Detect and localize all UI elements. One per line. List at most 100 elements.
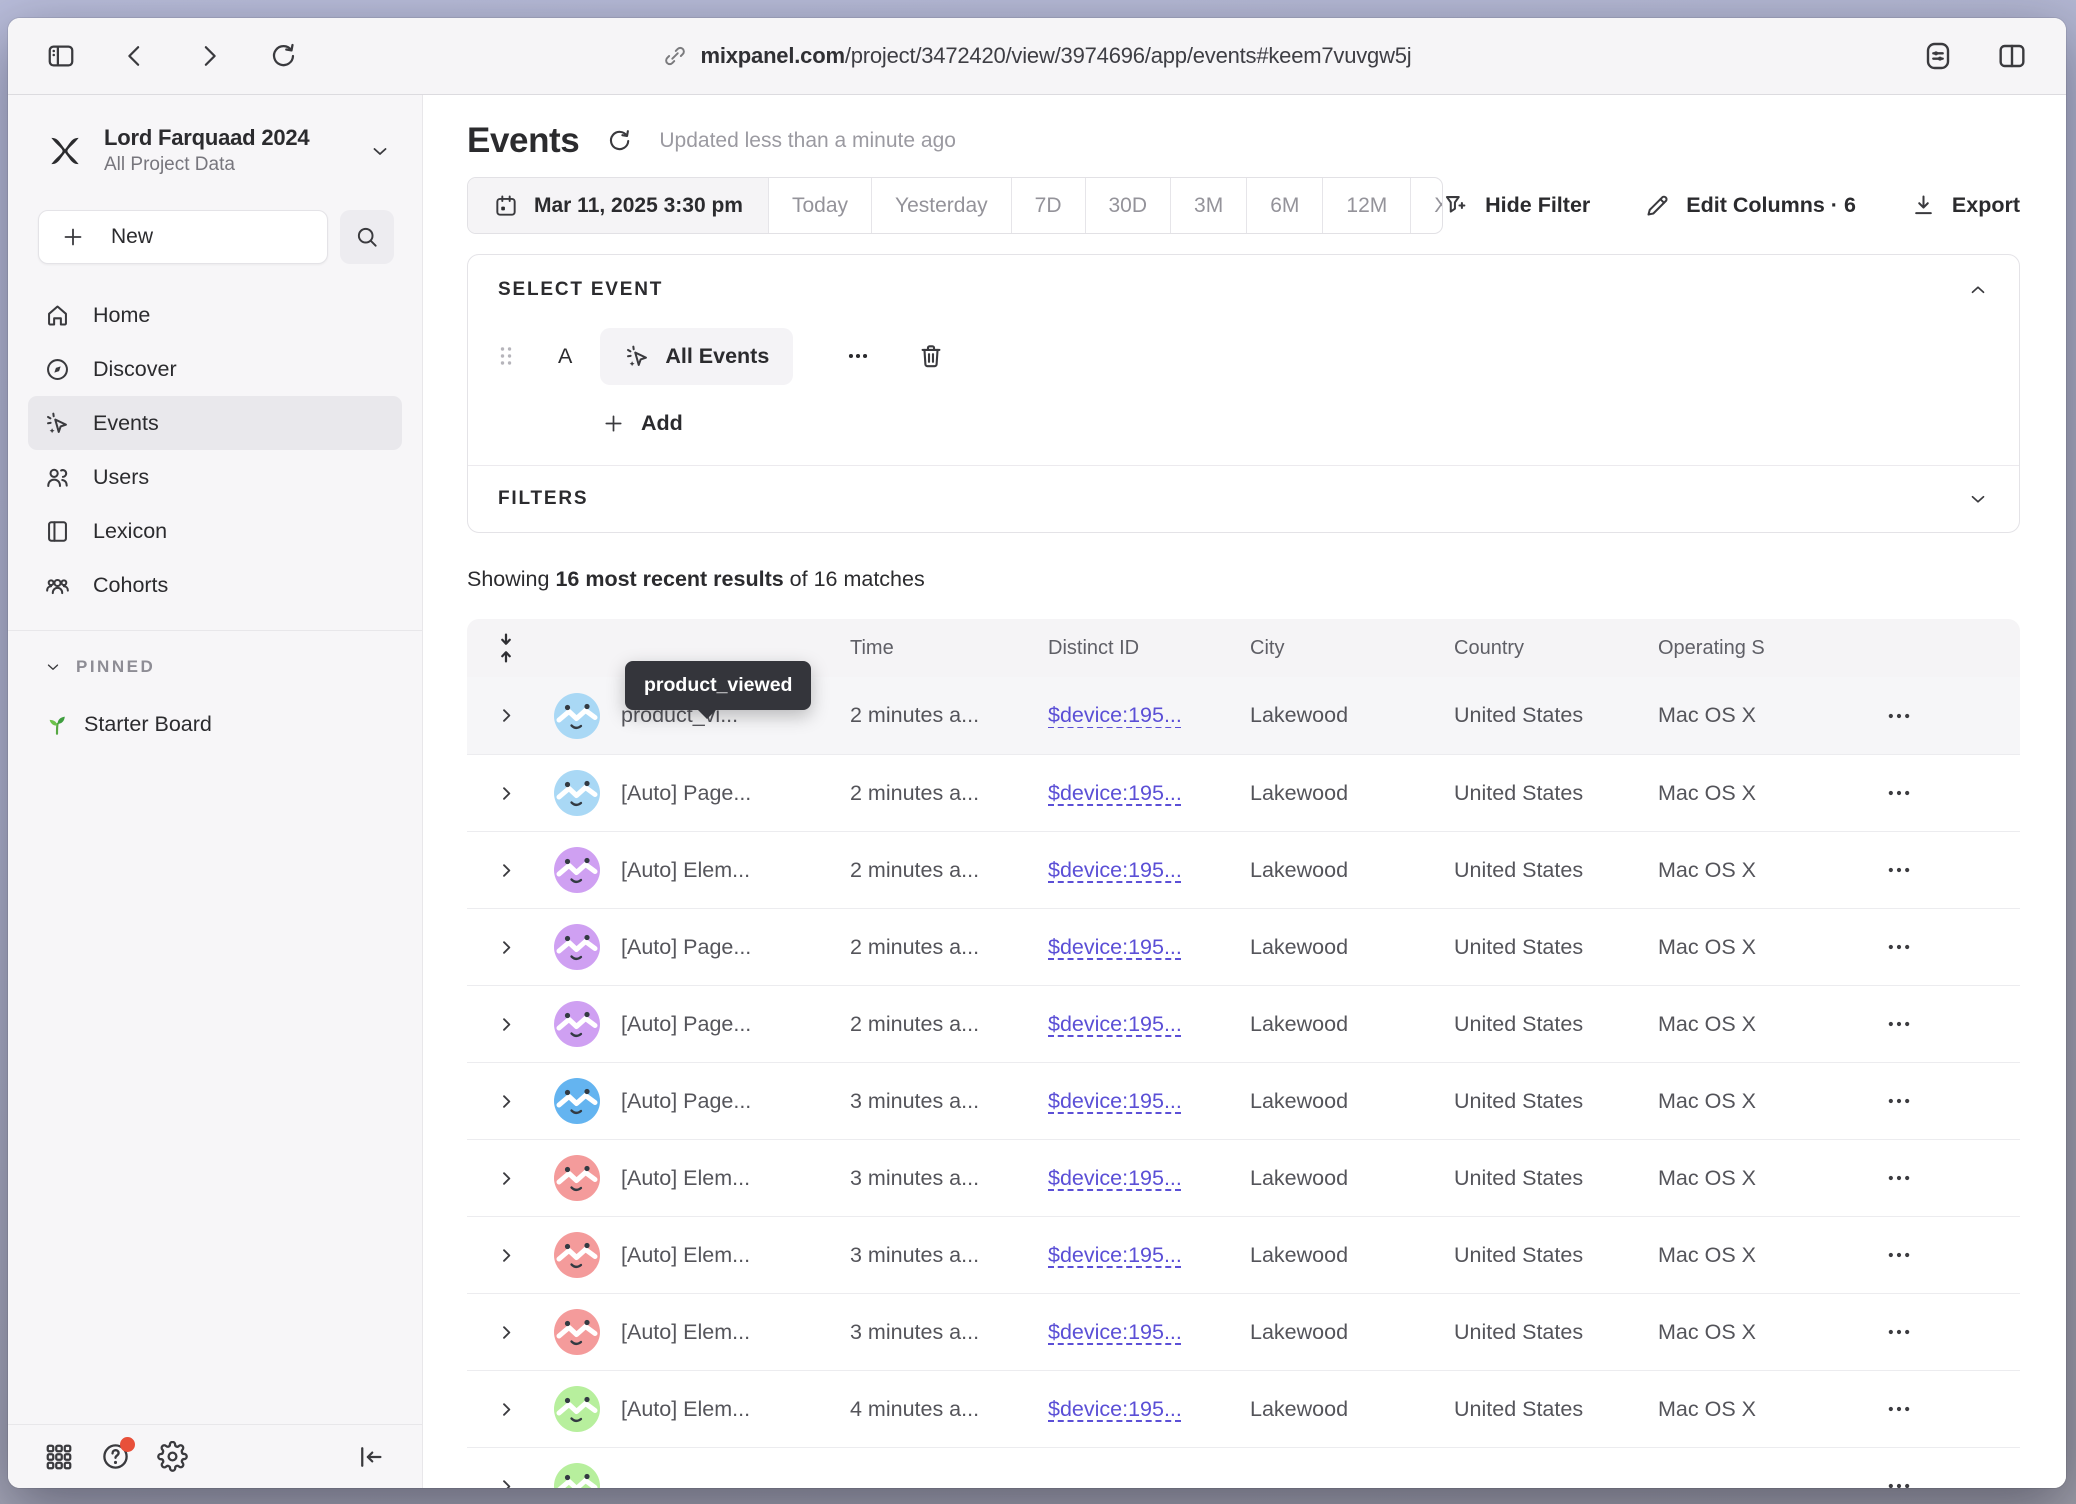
sidebar-item-lexicon[interactable]: Lexicon (28, 504, 402, 558)
apps-grid-icon[interactable] (44, 1442, 74, 1472)
preset-7d[interactable]: 7D (1011, 178, 1085, 233)
table-row[interactable]: [Auto] Page... 3 minutes a... $device:19… (467, 1062, 2020, 1139)
distinct-id-link[interactable]: $device:195... (1048, 858, 1182, 882)
preset-yesterday[interactable]: Yesterday (871, 178, 1011, 233)
expand-row-icon[interactable] (467, 862, 545, 879)
event-os: Mac OS X (1639, 935, 1855, 960)
expand-section-icon[interactable] (1967, 488, 1989, 510)
back-icon[interactable] (120, 41, 150, 71)
export-button[interactable]: Export (1910, 192, 2020, 219)
expand-row-icon[interactable] (467, 1093, 545, 1110)
row-menu-icon[interactable] (1855, 702, 2020, 730)
distinct-id-link[interactable]: $device:195... (1048, 935, 1182, 959)
expand-row-icon[interactable] (467, 707, 545, 724)
event-selector-pill[interactable]: All Events (600, 328, 793, 385)
distinct-id-link[interactable]: $device:195... (1048, 1166, 1182, 1190)
row-menu-icon[interactable] (1855, 933, 2020, 961)
table-row[interactable]: [Auto] Elem... 3 minutes a... $device:19… (467, 1293, 2020, 1370)
table-row[interactable]: [Auto] Page... 2 minutes a... $device:19… (467, 754, 2020, 831)
date-picker[interactable]: Mar 11, 2025 3:30 pm (468, 178, 768, 233)
header-distinct-id[interactable]: Distinct ID (1029, 637, 1231, 660)
delete-icon[interactable] (917, 342, 945, 370)
pinned-item-starter-board[interactable]: Starter Board (8, 711, 422, 737)
expand-row-icon[interactable] (467, 785, 545, 802)
sidebar-item-users[interactable]: Users (28, 450, 402, 504)
distinct-id-link[interactable]: $device:195... (1048, 1243, 1182, 1267)
row-menu-icon[interactable] (1855, 1010, 2020, 1038)
sidebar-toggle-icon[interactable] (46, 41, 76, 71)
sidebar-item-events[interactable]: Events (28, 396, 402, 450)
table-row[interactable]: [Auto] Page... 2 minutes a... $device:19… (467, 908, 2020, 985)
header-city[interactable]: City (1231, 637, 1435, 660)
distinct-id-link[interactable]: $device:195... (1048, 1012, 1182, 1036)
add-event-button[interactable]: Add (602, 401, 683, 445)
header-time[interactable]: Time (831, 637, 1029, 660)
preset-6m[interactable]: 6M (1246, 178, 1322, 233)
edit-columns-button[interactable]: Edit Columns · 6 (1644, 192, 1856, 219)
row-menu-icon[interactable] (1855, 1472, 2020, 1488)
distinct-id-link[interactable]: $device:195... (1048, 1320, 1182, 1344)
address-bar[interactable]: mixpanel.com/project/3472420/view/397469… (8, 43, 2066, 69)
preset-12m[interactable]: 12M (1322, 178, 1410, 233)
collapse-section-icon[interactable] (1967, 279, 1989, 301)
expand-row-icon[interactable] (467, 1401, 545, 1418)
collapse-sidebar-icon[interactable] (356, 1442, 386, 1472)
collapse-rows-icon[interactable] (467, 632, 545, 664)
row-menu-icon[interactable] (1855, 856, 2020, 884)
header-country[interactable]: Country (1435, 637, 1639, 660)
cohorts-icon (44, 572, 71, 599)
settings-gear-icon[interactable] (157, 1441, 188, 1472)
expand-row-icon[interactable] (467, 939, 545, 956)
expand-row-icon[interactable] (467, 1016, 545, 1033)
event-city: Lakewood (1231, 1397, 1435, 1422)
filters-section[interactable]: FILTERS (468, 466, 2019, 532)
row-menu-icon[interactable] (1855, 1087, 2020, 1115)
reload-icon[interactable] (268, 41, 298, 71)
table-row[interactable]: [Auto] Elem... 3 minutes a... $device:19… (467, 1216, 2020, 1293)
project-selector[interactable]: Lord Farquaad 2024 All Project Data (8, 95, 422, 176)
preset-xtd[interactable]: XTD (1410, 178, 1443, 233)
table-row[interactable]: [Auto] Elem... 3 minutes a... $device:19… (467, 1139, 2020, 1216)
sidebar-item-home[interactable]: Home (28, 288, 402, 342)
expand-row-icon[interactable] (467, 1478, 545, 1489)
events-cursor-icon (44, 410, 71, 437)
row-menu-icon[interactable] (1855, 1164, 2020, 1192)
expand-row-icon[interactable] (467, 1247, 545, 1264)
row-menu-icon[interactable] (1855, 1241, 2020, 1269)
preset-3m[interactable]: 3M (1170, 178, 1246, 233)
distinct-id-link[interactable]: $device:195... (1048, 781, 1182, 805)
row-menu-icon[interactable] (1855, 1318, 2020, 1346)
table-row[interactable]: [Auto] Elem... 4 minutes a... $device:19… (467, 1370, 2020, 1447)
distinct-id-link[interactable]: $device:195... (1048, 1089, 1182, 1113)
help-button[interactable] (100, 1441, 131, 1472)
expand-row-icon[interactable] (467, 1170, 545, 1187)
more-options-icon[interactable] (845, 343, 871, 369)
table-row[interactable]: [Auto] Page... 2 minutes a... $device:19… (467, 985, 2020, 1062)
expand-row-icon[interactable] (467, 1324, 545, 1341)
preset-30d[interactable]: 30D (1085, 178, 1171, 233)
page-settings-icon[interactable] (1922, 40, 1954, 72)
row-menu-icon[interactable] (1855, 1395, 2020, 1423)
event-avatar (554, 1155, 600, 1201)
sidebar-item-cohorts[interactable]: Cohorts (28, 558, 402, 612)
row-menu-icon[interactable] (1855, 779, 2020, 807)
hide-filter-button[interactable]: Hide Filter (1443, 192, 1590, 219)
new-button[interactable]: New (38, 210, 328, 264)
table-row[interactable]: [Auto] Elem... 2 minutes a... $device:19… (467, 831, 2020, 908)
event-name: [Auto] Page... (609, 935, 831, 960)
sidebar-item-label: Users (93, 465, 149, 490)
pinned-section-header[interactable]: PINNED (8, 631, 422, 677)
sidebar-item-discover[interactable]: Discover (28, 342, 402, 396)
date-range-value: Mar 11, 2025 3:30 pm (534, 194, 743, 218)
split-view-icon[interactable] (1996, 40, 2028, 72)
header-os[interactable]: Operating S (1639, 637, 1855, 660)
distinct-id-link[interactable]: $device:195... (1048, 1397, 1182, 1421)
refresh-icon[interactable] (605, 127, 633, 155)
distinct-id-link[interactable]: $device:195... (1048, 703, 1182, 727)
search-button[interactable] (340, 210, 394, 264)
preset-today[interactable]: Today (768, 178, 871, 233)
drag-handle-icon[interactable] (498, 344, 514, 368)
compass-icon (44, 356, 71, 383)
table-row[interactable] (467, 1447, 2020, 1488)
sidebar-item-label: Home (93, 303, 150, 328)
